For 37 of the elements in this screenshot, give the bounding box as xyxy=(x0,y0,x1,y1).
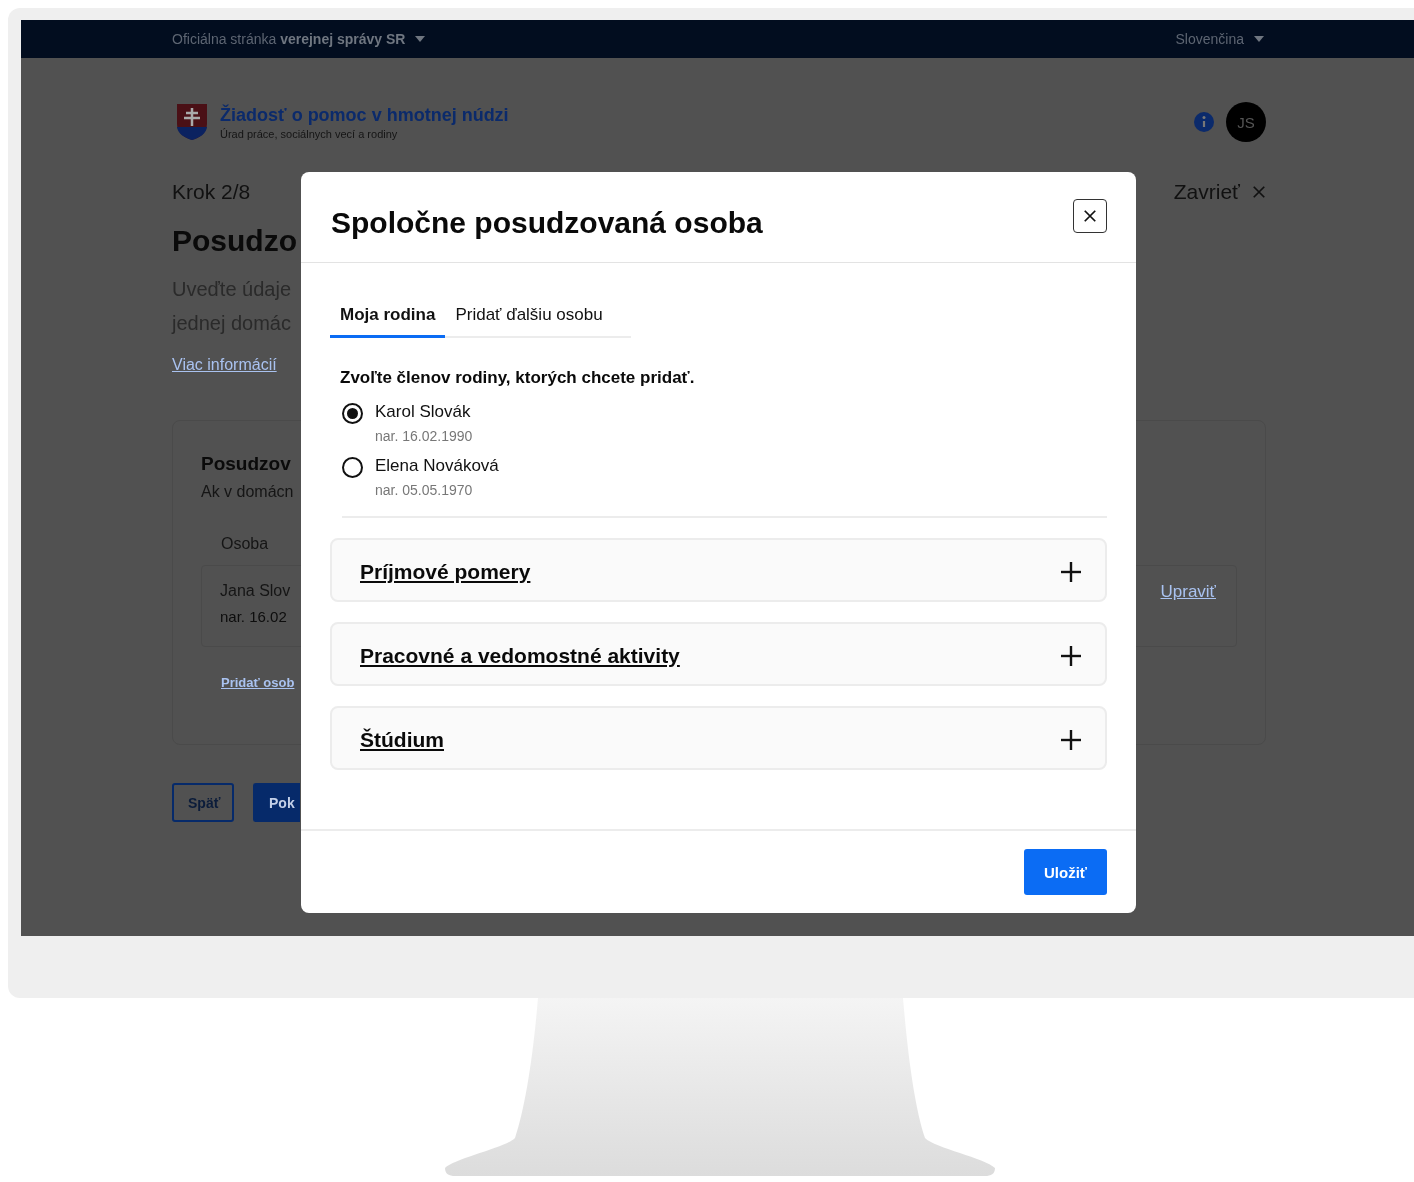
close-icon xyxy=(1252,185,1266,199)
radio-button[interactable] xyxy=(342,403,363,424)
official-site-text: Oficiálna stránka verejnej správy SR xyxy=(172,31,406,47)
close-icon xyxy=(1083,209,1097,223)
step-indicator: Krok 2/8 xyxy=(172,180,251,204)
tab[interactable]: Moja rodina xyxy=(330,293,446,338)
close-link[interactable]: Zavrieť xyxy=(1173,180,1266,204)
add-person-link[interactable]: Pridať osob xyxy=(221,675,295,690)
member-name: Karol Slovák xyxy=(375,402,472,422)
language-selector[interactable]: Slovenčina xyxy=(1175,31,1244,47)
member-name: Elena Nováková xyxy=(375,456,499,476)
person-name: Jana Slov xyxy=(220,582,291,600)
page-heading: Posudzo xyxy=(172,224,297,258)
radio-button[interactable] xyxy=(342,457,363,478)
coat-of-arms-logo xyxy=(176,103,208,141)
person-birth-date: nar. 16.02 xyxy=(220,608,288,625)
accordion-header[interactable]: Štúdium xyxy=(330,706,1107,770)
tab[interactable]: Pridať ďalšiu osobu xyxy=(445,293,613,338)
family-prompt: Zvoľte členov rodiny, ktorých chcete pridať. xyxy=(340,368,696,388)
more-info-link[interactable]: Viac informácií xyxy=(172,356,277,374)
continue-button[interactable]: Pok xyxy=(253,783,300,822)
edit-link[interactable]: Upraviť xyxy=(1160,582,1216,630)
accordion-header[interactable]: Príjmové pomery xyxy=(330,538,1107,602)
card-title: Posudzov xyxy=(201,453,291,475)
modal-title: Spoločne posudzovaná osoba xyxy=(331,206,763,240)
save-button[interactable]: Uložiť xyxy=(1024,849,1107,895)
member-birth-date: nar. 05.05.1970 xyxy=(375,482,474,498)
user-avatar[interactable]: JS xyxy=(1226,102,1266,142)
info-icon[interactable] xyxy=(1194,112,1214,132)
accordion-header[interactable]: Pracovné a vedomostné aktivity xyxy=(330,622,1107,686)
column-label: Osoba xyxy=(221,535,269,553)
caret-icon xyxy=(1254,36,1264,42)
member-birth-date: nar. 16.02.1990 xyxy=(375,428,473,444)
app-title: Žiadosť o pomoc v hmotnej núdzi xyxy=(220,104,509,126)
caret-icon xyxy=(415,36,426,42)
card-description: Ak v domácn xyxy=(201,483,294,501)
close-button[interactable] xyxy=(1073,199,1107,233)
